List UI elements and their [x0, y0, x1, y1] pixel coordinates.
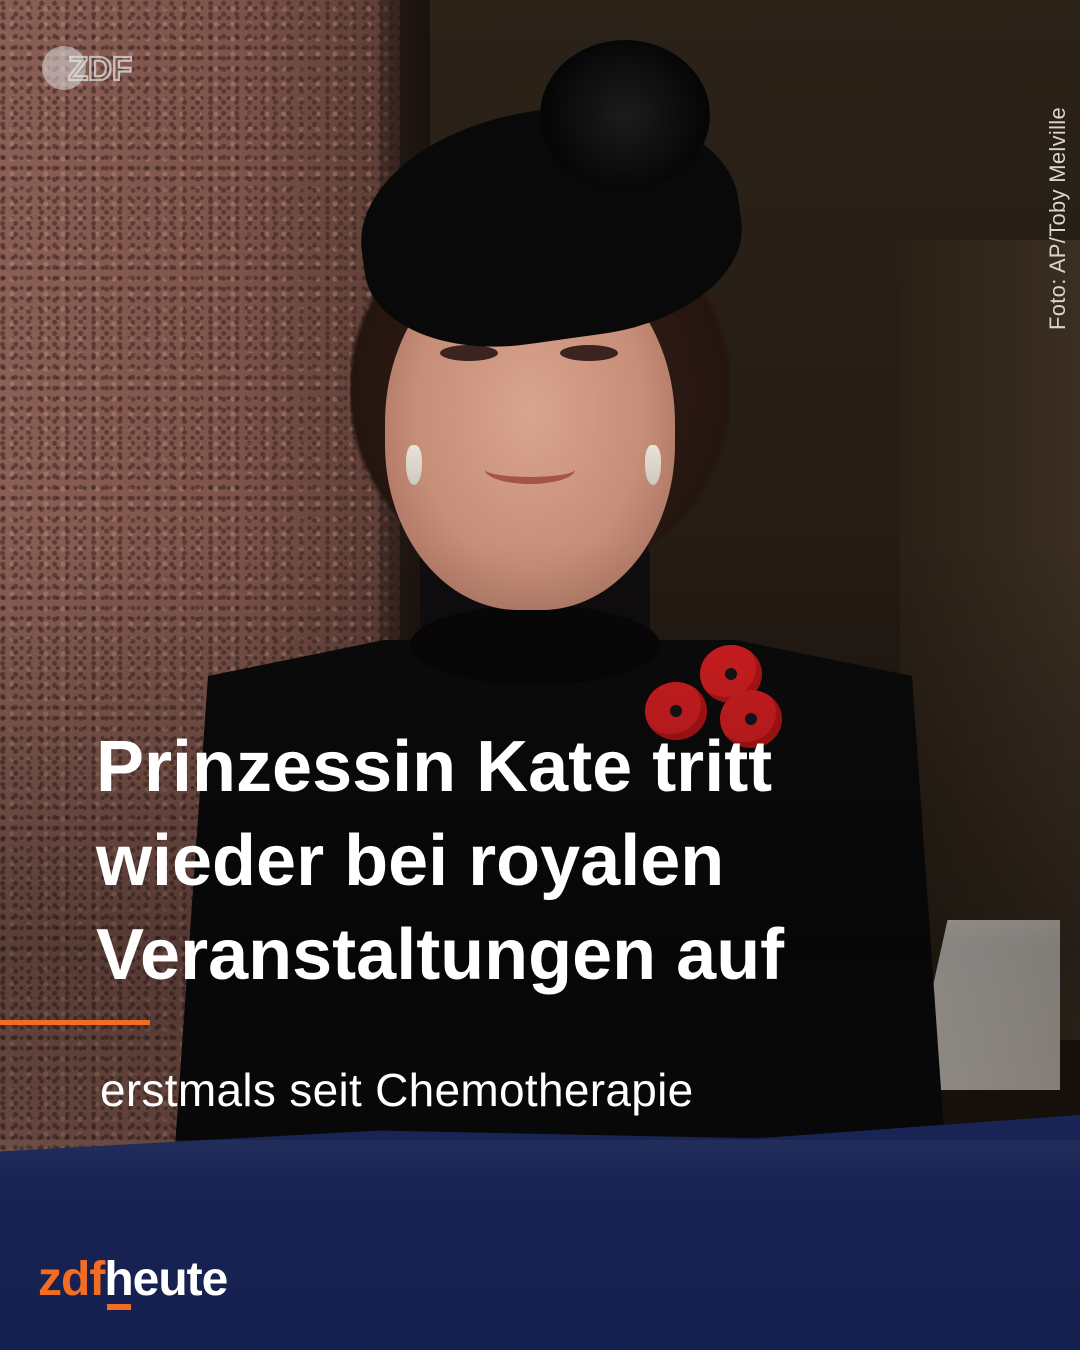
zdfheute-logo: zdfheute: [38, 1252, 228, 1310]
headline: Prinzessin Kate tritt wieder bei royalen…: [96, 720, 996, 1002]
brand-heute-text: heute: [104, 1253, 228, 1306]
brand-zdf: zdf: [38, 1253, 105, 1306]
headline-line-1: Prinzessin Kate tritt: [96, 727, 773, 807]
headline-line-2: wieder bei royalen: [96, 821, 725, 901]
photo-credit: Foto: AP/Toby Melville: [1045, 106, 1070, 330]
background-photo: [0, 0, 1080, 1350]
news-card: ZDF Foto: AP/Toby Melville Prinzessin Ka…: [0, 0, 1080, 1350]
zdf-logo-icon: ZDF: [42, 46, 133, 90]
headline-line-3: Veranstaltungen auf: [96, 915, 785, 995]
accent-divider: [0, 1020, 150, 1025]
subline: erstmals seit Chemotherapie: [100, 1064, 694, 1116]
brand-heute: heute: [104, 1252, 228, 1310]
zdf-logo-text: ZDF: [68, 50, 132, 87]
text-shade: [0, 0, 1080, 1350]
brand-underline: [107, 1304, 132, 1310]
